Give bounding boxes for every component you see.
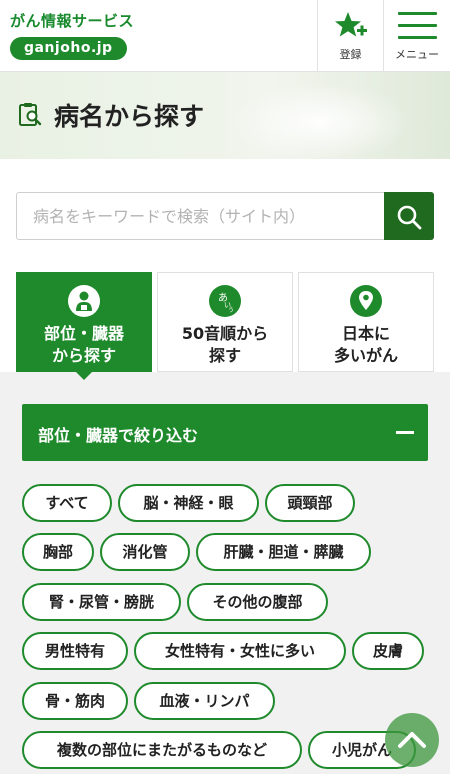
register-button[interactable]: 登録 xyxy=(317,0,383,72)
brand-name: がん情報サービス xyxy=(10,12,135,30)
search-icon xyxy=(397,205,422,230)
chip-all[interactable]: すべて xyxy=(22,484,112,522)
chip-liver-biliary-pancreas[interactable]: 肝臓・胆道・膵臓 xyxy=(196,533,371,571)
person-icon xyxy=(68,285,100,317)
chip-chest[interactable]: 胸部 xyxy=(22,533,94,571)
search-input[interactable] xyxy=(17,193,385,239)
tab-syllabary[interactable]: あ い う 50音順から 探す xyxy=(157,272,293,372)
menu-button[interactable]: メニュー xyxy=(383,0,450,72)
aiu-icon: あ い う xyxy=(209,285,241,317)
filter-panel: 部位・臓器で絞り込む すべて 脳・神経・眼 頭頸部 胸部 消化管 肝臓・胆道・膵… xyxy=(0,372,450,774)
scroll-to-top-button[interactable] xyxy=(385,713,439,767)
menu-label: メニュー xyxy=(395,48,439,61)
page-title: 病名から探す xyxy=(54,102,205,131)
star-plus-icon xyxy=(335,12,367,37)
chip-bone-muscle[interactable]: 骨・筋肉 xyxy=(22,682,128,720)
banner-hand-image xyxy=(230,82,410,159)
search-button[interactable] xyxy=(384,192,434,240)
register-label: 登録 xyxy=(339,48,362,61)
chip-other-abdomen[interactable]: その他の腹部 xyxy=(187,583,328,621)
chip-head-neck[interactable]: 頭頸部 xyxy=(265,484,355,522)
chip-digestive[interactable]: 消化管 xyxy=(100,533,190,571)
filter-title: 部位・臓器で絞り込む xyxy=(38,426,199,445)
site-search xyxy=(16,192,434,240)
search-document-icon xyxy=(19,103,42,126)
chip-blood-lymph[interactable]: 血液・リンパ xyxy=(134,682,275,720)
svg-text:う: う xyxy=(228,307,234,314)
filter-accordion-header[interactable]: 部位・臓器で絞り込む xyxy=(22,404,428,461)
chip-skin[interactable]: 皮膚 xyxy=(352,632,424,670)
brand-url: ganjoho.jp xyxy=(10,37,127,60)
chip-kidney-ureter-bladder[interactable]: 腎・尿管・膀胱 xyxy=(22,583,181,621)
minus-icon xyxy=(396,431,414,434)
tab-common-cancers[interactable]: 日本に 多いがん xyxy=(298,272,434,372)
chip-female-specific[interactable]: 女性特有・女性に多い xyxy=(134,632,346,670)
tab-label: 部位・臓器 から探す xyxy=(43,324,124,365)
active-tab-pointer xyxy=(74,370,94,380)
tab-label: 50音順から 探す xyxy=(181,324,269,365)
search-method-tabs: 部位・臓器 から探す あ い う 50音順から 探す 日本に 多いがん xyxy=(0,272,450,372)
site-header: がん情報サービス ganjoho.jp 登録 メニュー xyxy=(0,0,450,72)
site-logo[interactable]: がん情報サービス ganjoho.jp xyxy=(10,10,134,60)
chip-multiple-sites[interactable]: 複数の部位にまたがるものなど xyxy=(22,731,302,769)
page-banner: 病名から探す xyxy=(0,72,450,159)
chip-male-specific[interactable]: 男性特有 xyxy=(22,632,128,670)
hamburger-icon xyxy=(398,12,437,48)
tab-body-part[interactable]: 部位・臓器 から探す xyxy=(16,272,152,372)
chevron-up-icon xyxy=(398,732,426,748)
tab-label: 日本に 多いがん xyxy=(333,324,398,365)
chip-brain-nerve-eye[interactable]: 脳・神経・眼 xyxy=(118,484,259,522)
map-pin-icon xyxy=(350,285,382,317)
